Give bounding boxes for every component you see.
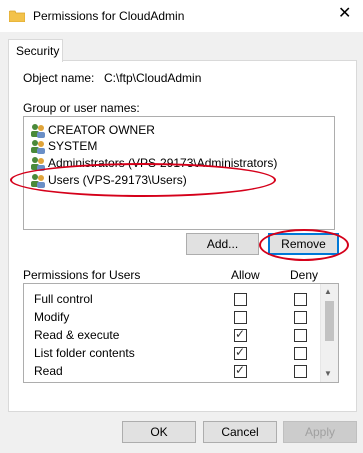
deny-checkbox[interactable] — [294, 365, 307, 378]
annotation-ellipse-users — [10, 163, 276, 197]
allow-checkbox[interactable] — [234, 363, 247, 378]
permission-row: Read — [24, 362, 320, 380]
object-name-label: Object name: — [23, 71, 95, 85]
permission-row: Read & execute — [24, 326, 320, 344]
scroll-down-icon[interactable]: ▼ — [324, 369, 332, 378]
deny-checkbox[interactable] — [294, 293, 307, 306]
tab-label: Security — [16, 44, 60, 58]
deny-checkbox[interactable] — [294, 311, 307, 324]
permission-name: List folder contents — [34, 346, 135, 360]
permission-name: Read & execute — [34, 328, 120, 342]
scroll-thumb[interactable] — [325, 301, 334, 341]
annotation-ellipse-remove — [259, 229, 349, 261]
users-icon — [31, 124, 45, 138]
allow-checkbox[interactable] — [234, 293, 247, 306]
permission-name: Full control — [34, 292, 93, 306]
cancel-button[interactable]: Cancel — [203, 421, 277, 443]
allow-checkbox[interactable] — [234, 345, 247, 360]
list-item-label: CREATOR OWNER — [48, 123, 155, 137]
allow-header: Allow — [231, 268, 260, 282]
permission-row: Full control — [24, 290, 320, 308]
group-user-label: Group or user names: — [23, 101, 140, 115]
close-icon[interactable]: ✕ — [338, 6, 351, 22]
permission-name: Modify — [34, 310, 70, 324]
ok-button[interactable]: OK — [122, 421, 196, 443]
deny-header: Deny — [290, 268, 319, 282]
object-name-value: C:\ftp\CloudAdmin — [104, 71, 202, 85]
allow-checkbox[interactable] — [234, 327, 247, 342]
permission-row: Modify — [24, 308, 320, 326]
permission-row: List folder contents — [24, 344, 320, 362]
allow-checkbox[interactable] — [234, 311, 247, 324]
permissions-label: Permissions for Users — [23, 268, 141, 282]
add-button[interactable]: Add... — [186, 233, 259, 255]
apply-button: Apply — [283, 421, 357, 443]
window-title: Permissions for CloudAdmin — [33, 9, 185, 23]
deny-checkbox[interactable] — [294, 347, 307, 360]
permission-name: Read — [34, 364, 63, 378]
permissions-scrollbar[interactable]: ▲ ▼ — [320, 284, 338, 382]
folder-icon — [9, 10, 25, 22]
tab-security[interactable]: Security — [8, 39, 63, 62]
permissions-list: Full control Modify Read & execute List … — [23, 283, 339, 383]
users-icon — [31, 140, 45, 154]
title-bar: Permissions for CloudAdmin ✕ — [0, 0, 363, 32]
deny-checkbox[interactable] — [294, 329, 307, 342]
scroll-up-icon[interactable]: ▲ — [324, 287, 332, 296]
list-item-label: SYSTEM — [48, 139, 98, 153]
